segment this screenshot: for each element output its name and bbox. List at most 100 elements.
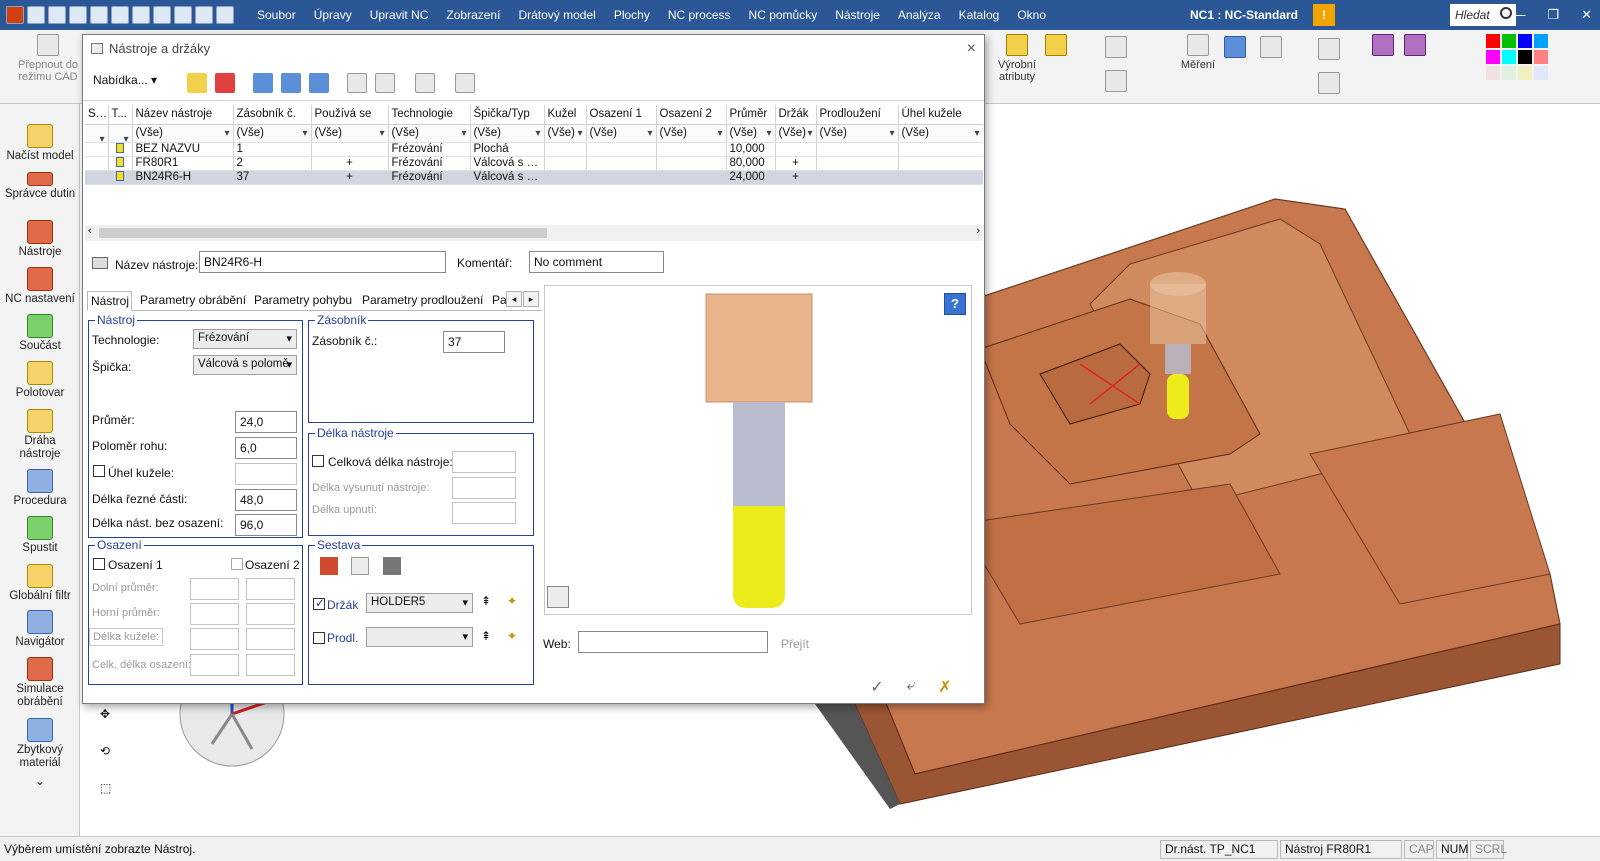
tab-machining-params[interactable]: Parametry obrábění <box>137 291 249 311</box>
taper-angle-checkbox[interactable] <box>93 465 105 477</box>
shoulder1-checkbox[interactable] <box>93 558 105 570</box>
menu-plochy[interactable]: Plochy <box>605 0 659 30</box>
measure-button[interactable]: Měření <box>1178 34 1218 71</box>
tool-length-input[interactable]: 96,0 <box>235 514 297 536</box>
normal-button[interactable] <box>1260 36 1282 61</box>
total-length-checkbox[interactable] <box>312 455 324 467</box>
filter-cell[interactable]: (Vše) <box>233 124 312 143</box>
orient-icon[interactable]: ⬚ <box>100 781 118 799</box>
tool-attrs-button[interactable] <box>1045 34 1067 59</box>
menu-dratovy-model[interactable]: Drátový model <box>509 0 604 30</box>
sidebar-item-load-model[interactable]: Načíst model <box>0 124 80 163</box>
screen-icon[interactable] <box>216 6 234 24</box>
holder-new-icon[interactable]: ✦ <box>507 594 525 612</box>
filter-cell[interactable]: (Vše) <box>311 124 389 143</box>
menu-analyza[interactable]: Analýza <box>889 0 950 30</box>
new-tool-icon[interactable] <box>187 73 207 93</box>
filter-cell[interactable]: (Vše) <box>132 124 234 143</box>
cutting-length-input[interactable]: 48,0 <box>235 489 297 511</box>
copy-tool-icon[interactable] <box>347 73 367 93</box>
menu-zobrazeni[interactable]: Zobrazení <box>437 0 509 30</box>
filter-cell[interactable]: (Vše) <box>388 124 471 143</box>
sidebar-item-residual-material[interactable]: Zbytkový materiál <box>0 718 80 770</box>
save-icon[interactable] <box>27 6 45 24</box>
color-palette[interactable] <box>1486 34 1548 80</box>
filter-cell[interactable]: (Vše) <box>656 124 727 143</box>
filter-cell[interactable]: (Vše) <box>726 124 776 143</box>
col-header[interactable]: Držák <box>775 105 817 125</box>
extension-select[interactable] <box>366 627 473 647</box>
assembly-icon-1[interactable] <box>320 557 338 575</box>
warning-icon[interactable]: ! <box>1313 4 1335 26</box>
holder-checkbox[interactable] <box>313 596 325 610</box>
col-header[interactable]: Zásobník č. <box>233 105 312 125</box>
scroll-left-icon[interactable]: ‹ <box>88 225 92 237</box>
menu-dropdown-button[interactable]: Nabídka... ▾ <box>93 73 157 87</box>
col-header[interactable]: Průměr <box>726 105 776 125</box>
technology-select[interactable]: Frézování <box>193 329 297 349</box>
total-length-input[interactable] <box>452 451 516 473</box>
tab-more[interactable]: Pa <box>489 291 507 311</box>
lower-diameter-input-1[interactable] <box>190 578 239 600</box>
scroll-right-icon[interactable]: › <box>976 225 980 237</box>
import-tool-icon[interactable] <box>253 73 273 93</box>
print-icon[interactable] <box>90 6 108 24</box>
switch-cad-button[interactable]: Přepnout do režimu CAD <box>18 34 78 83</box>
dimension-button[interactable] <box>1105 36 1127 61</box>
corner-radius-input[interactable]: 6,0 <box>235 437 297 459</box>
zoom-button[interactable] <box>1318 38 1340 63</box>
minimize-button[interactable]: — <box>1512 0 1525 30</box>
extension-checkbox[interactable] <box>313 632 325 644</box>
taper-length-button[interactable]: Délka kužele: <box>89 628 164 646</box>
menu-katalog[interactable]: Katalog <box>950 0 1009 30</box>
tab-extension-params[interactable]: Parametry prodloužení <box>359 291 487 311</box>
preview-cube-icon[interactable] <box>547 586 569 608</box>
tab-tool[interactable]: Nástroj <box>87 291 132 311</box>
sidebar-item-nc-settings[interactable]: NC nastavení <box>0 267 80 306</box>
restore-button[interactable]: ❐ <box>1547 0 1559 30</box>
menu-upravy[interactable]: Úpravy <box>305 0 361 30</box>
col-header[interactable]: Kužel <box>544 105 587 125</box>
sidebar-item-part[interactable]: Součást <box>0 314 80 353</box>
sidebar-item-navigator[interactable]: Navigátor <box>0 610 80 649</box>
search-input[interactable]: Hledat <box>1450 4 1516 26</box>
table-horizontal-scrollbar[interactable]: ‹ › <box>85 225 983 241</box>
col-header[interactable]: Osazení 1 <box>586 105 657 125</box>
rotate-icon[interactable]: ⟲ <box>100 744 118 762</box>
redo-icon[interactable] <box>195 6 213 24</box>
col-header[interactable]: Prodloužení <box>816 105 899 125</box>
stickout-length-input[interactable] <box>452 477 516 499</box>
clear-filter-icon[interactable] <box>415 73 435 93</box>
web-input[interactable] <box>578 631 768 653</box>
delete-tool-icon[interactable] <box>215 73 235 93</box>
tab-prev-button[interactable]: ◂ <box>506 291 522 307</box>
sidebar-item-stock[interactable]: Polotovar <box>0 361 80 400</box>
magazine-slot-input[interactable]: 37 <box>443 331 505 353</box>
shoulder-total-input-2[interactable] <box>246 654 295 676</box>
col-header[interactable]: Název nástroje <box>132 105 234 125</box>
comment-input[interactable]: No comment <box>529 251 664 273</box>
cancel-button[interactable]: ✗ <box>934 677 956 696</box>
tab-next-button[interactable]: ▸ <box>523 291 539 307</box>
sidebar-item-toolpath[interactable]: Dráha nástroje <box>0 409 80 461</box>
sidebar-item-procedure[interactable]: Procedura <box>0 469 80 508</box>
col-header[interactable]: Používá se <box>311 105 389 125</box>
taper-angle-input[interactable] <box>235 463 297 485</box>
menu-nastroje[interactable]: Nástroje <box>826 0 889 30</box>
taper-length-input-2[interactable] <box>246 628 295 650</box>
scroll-thumb[interactable] <box>99 228 547 238</box>
filter-cell[interactable] <box>108 124 133 143</box>
sidebar-item-machining-simulation[interactable]: Simulace obrábění <box>0 657 80 709</box>
dialog-close-button[interactable]: × <box>967 35 976 63</box>
col-header[interactable]: Technologie <box>388 105 471 125</box>
col-header[interactable]: Osazení 2 <box>656 105 727 125</box>
search-icon[interactable] <box>1500 7 1512 19</box>
sidebar-item-tools[interactable]: Nástroje <box>0 220 80 259</box>
diameter-input[interactable]: 24,0 <box>235 411 297 433</box>
clamp-length-input[interactable] <box>452 502 516 524</box>
layout-icon[interactable] <box>111 6 129 24</box>
zoom-fit-button[interactable] <box>1318 72 1340 97</box>
filter-cell[interactable]: (Vše) <box>470 124 545 143</box>
apply-button[interactable]: ⤶ <box>900 677 922 695</box>
lower-diameter-input-2[interactable] <box>246 578 295 600</box>
